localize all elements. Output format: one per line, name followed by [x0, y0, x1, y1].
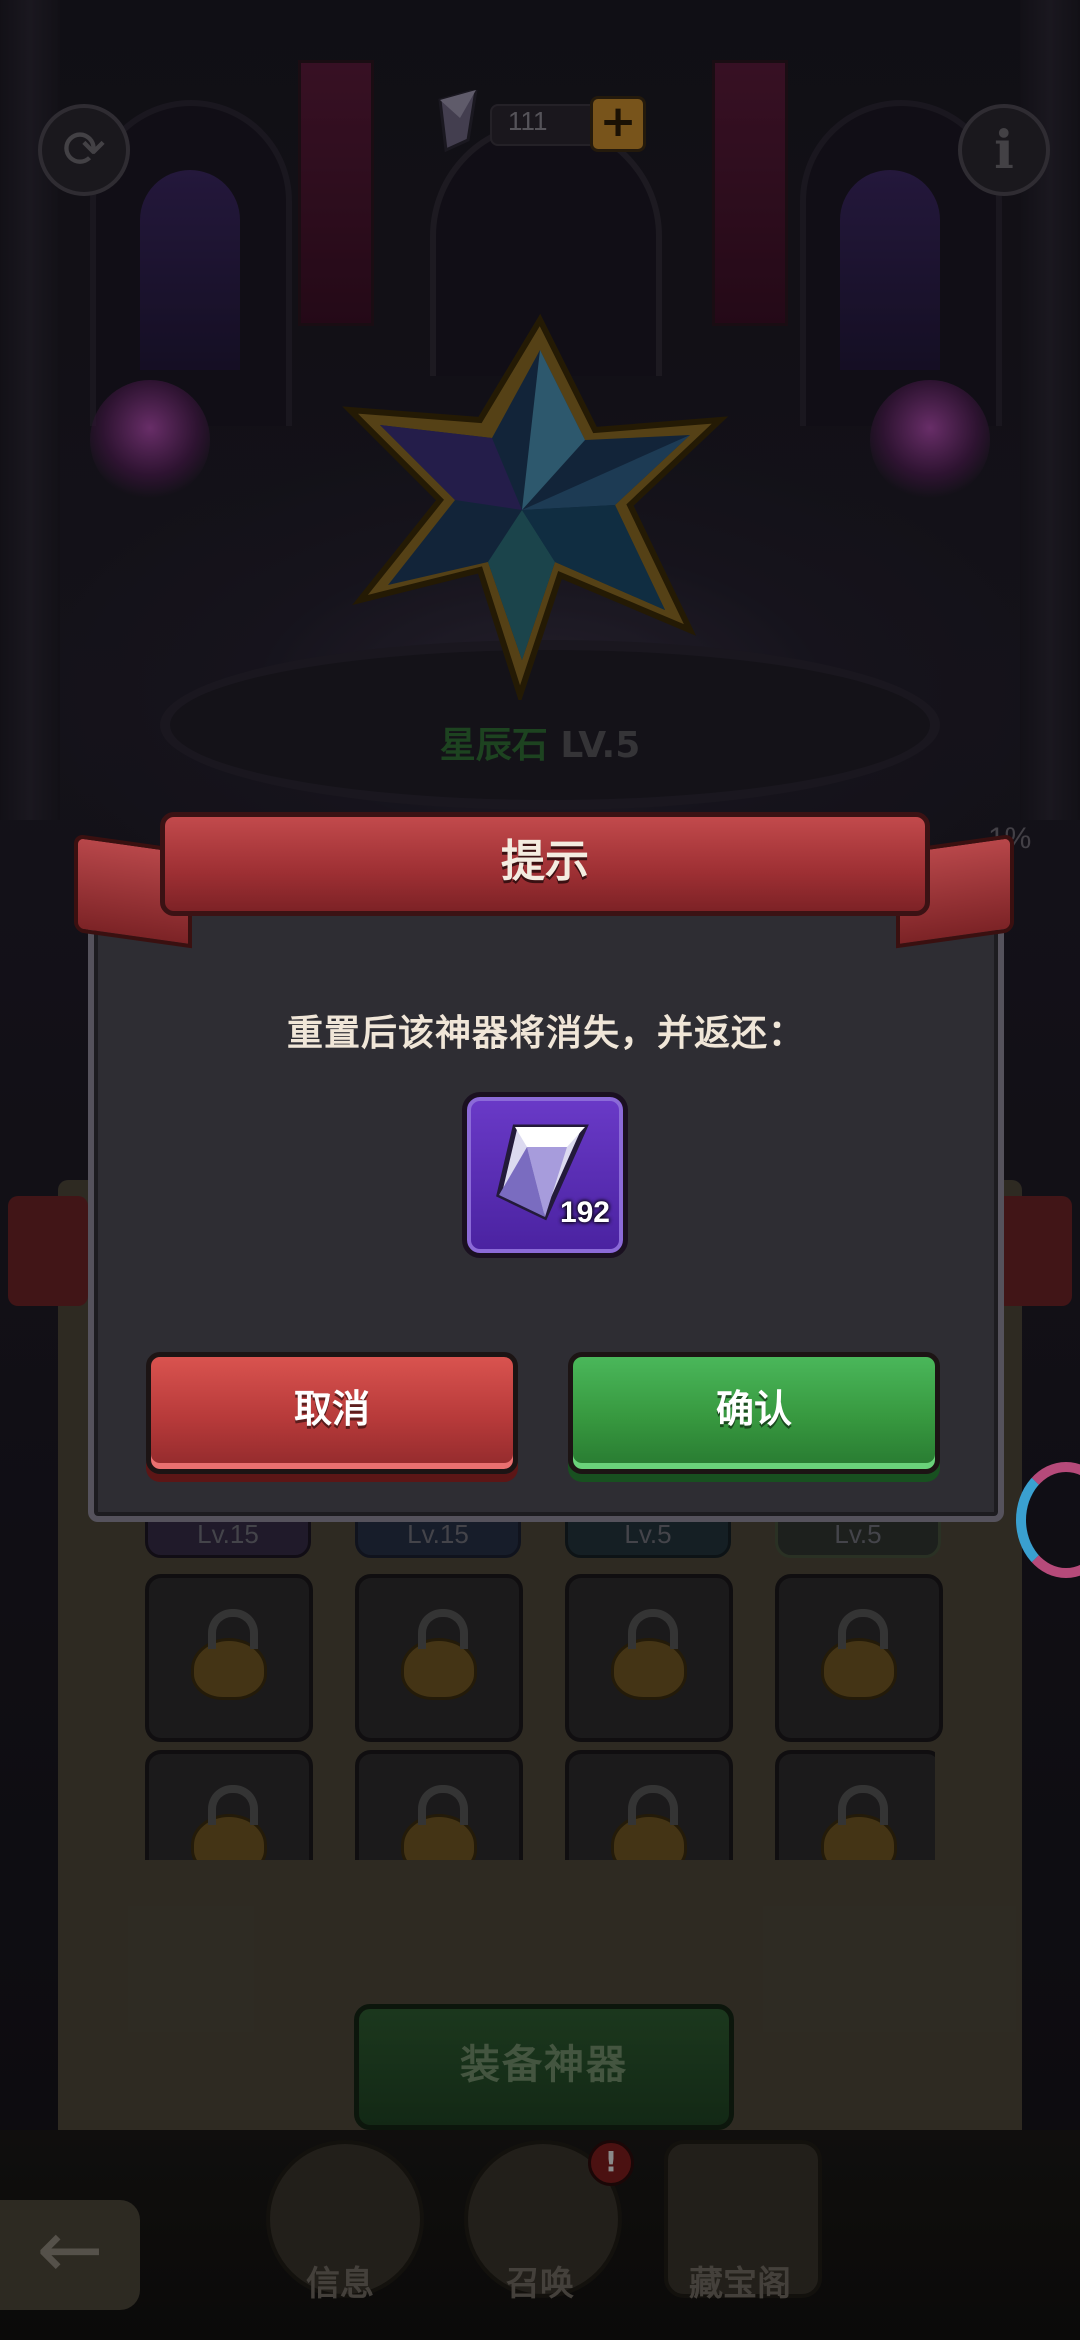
confirm-button[interactable]: 确认: [568, 1352, 940, 1474]
cancel-button[interactable]: 取消: [146, 1352, 518, 1474]
dialog-title: 提示: [501, 836, 589, 887]
reward-quantity: 192: [559, 1196, 610, 1229]
dialog-message: 重置后该神器将消失，并返还：: [286, 1013, 805, 1054]
reward-item: [462, 1092, 628, 1258]
